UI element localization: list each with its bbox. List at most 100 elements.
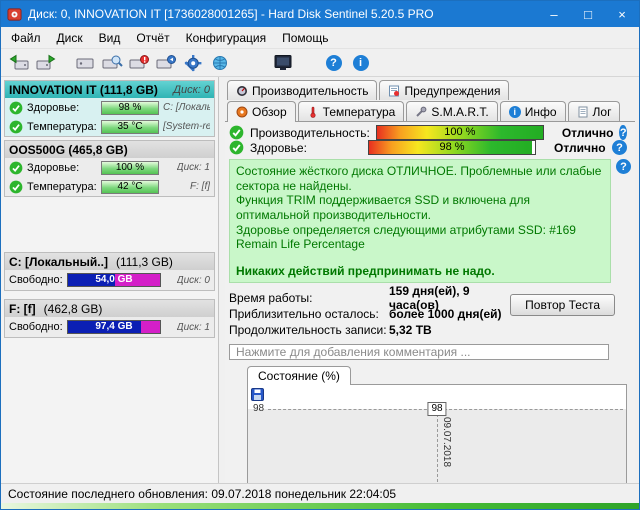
- stat-value: более 1000 дня(ей): [389, 307, 502, 321]
- temperature-bar: 42 °C: [101, 180, 159, 194]
- ok-check-icon: [9, 120, 23, 134]
- status-action-line: Никаких действий предпринимать не надо.: [236, 264, 604, 279]
- help-icon[interactable]: ?: [612, 140, 627, 155]
- sidebar-spacer: [4, 200, 215, 252]
- health-metric-row: Здоровье: 98 % Отлично ?: [227, 140, 633, 155]
- stat-label: Приблизительно осталось:: [229, 307, 389, 321]
- disk-body: Здоровье: 98 % C: [Локальн.. Температура…: [5, 98, 214, 136]
- ok-check-icon: [9, 101, 23, 115]
- disk-header: INNOVATION IT (111,8 GB) Диск: 0: [5, 81, 214, 98]
- menu-help[interactable]: Помощь: [274, 28, 336, 48]
- partition-name: F: [f]: [9, 302, 36, 316]
- tab-overview[interactable]: Обзор: [227, 101, 296, 122]
- help-icon[interactable]: ?: [616, 159, 631, 174]
- toolbar: ? i: [1, 49, 639, 77]
- stat-label: Продолжительность записи:: [229, 323, 389, 337]
- disk-header: OOS500G (465,8 GB): [5, 141, 214, 158]
- ok-check-icon: [229, 140, 244, 155]
- overview-panel: Производительность: 100 % Отлично ? Здор…: [225, 121, 635, 483]
- gauge-icon: [236, 85, 248, 97]
- performance-bar: 100 %: [376, 125, 544, 140]
- disk-alert-icon[interactable]: [125, 51, 152, 75]
- last-update-text: Состояние последнего обновления: 09.07.2…: [8, 487, 396, 501]
- disk-number: Диск: 1: [177, 322, 210, 333]
- disk-number: Диск: 0: [173, 84, 210, 96]
- stats-block: Время работы: 159 дня(ей), 9 часа(ов) Пр…: [229, 290, 631, 338]
- window-controls: – □ ×: [537, 1, 639, 27]
- temperature-label: Температура:: [27, 121, 97, 133]
- menubar: Файл Диск Вид Отчёт Конфигурация Помощь: [1, 27, 639, 49]
- health-bar: 100 %: [101, 161, 159, 175]
- tab-alerts[interactable]: Предупреждения: [379, 80, 509, 100]
- info-icon[interactable]: i: [347, 51, 374, 75]
- tab-smart[interactable]: S.M.A.R.T.: [406, 101, 497, 121]
- partition-name: C: [Локальный..]: [9, 255, 108, 269]
- save-chart-icon[interactable]: [251, 388, 264, 401]
- maximize-button[interactable]: □: [571, 1, 605, 27]
- dark-monitor-icon[interactable]: [269, 51, 296, 75]
- retest-button[interactable]: Повтор Теста: [510, 294, 615, 316]
- window-title: Диск: 0, INNOVATION IT [1736028001265] -…: [28, 7, 531, 21]
- tab-log[interactable]: Лог: [568, 101, 621, 121]
- stat-label: Время работы:: [229, 291, 389, 305]
- minimize-button[interactable]: –: [537, 1, 571, 27]
- free-space-row: Свободно: 54,0 GB Диск: 0: [5, 270, 214, 290]
- status-info-row: Состояние жёсткого диска ОТЛИЧНОЕ. Пробл…: [229, 159, 631, 283]
- performance-label: Производительность:: [250, 126, 370, 140]
- chart-tab-health-percent[interactable]: Состояние (%): [247, 366, 351, 385]
- menu-file[interactable]: Файл: [3, 28, 49, 48]
- partition-header: F: [f] (462,8 GB): [5, 300, 214, 317]
- disk-item-0[interactable]: INNOVATION IT (111,8 GB) Диск: 0 Здоровь…: [4, 80, 215, 137]
- health-bar: 98 %: [368, 140, 536, 155]
- prev-disk-icon[interactable]: [5, 51, 32, 75]
- status-line: Функция TRIM поддерживается SSD и включе…: [236, 193, 604, 222]
- partition-letters: C: [Локальн..: [163, 102, 210, 113]
- partition-letters: F: [f]: [190, 181, 210, 192]
- world-online-icon[interactable]: [206, 51, 233, 75]
- tab-temperature[interactable]: Температура: [298, 101, 405, 121]
- next-disk-icon[interactable]: [32, 51, 59, 75]
- partition-item-f[interactable]: F: [f] (462,8 GB) Свободно: 97,4 GB Диск…: [4, 299, 215, 338]
- temperature-label: Температура:: [27, 181, 97, 193]
- thermometer-icon: [307, 106, 319, 118]
- app-icon: [7, 7, 22, 22]
- tabs-row-top: Производительность Предупреждения: [225, 80, 635, 100]
- health-row: Здоровье: 100 % Диск: 1: [5, 158, 214, 177]
- health-rating: Отлично: [554, 141, 606, 155]
- content-area: INNOVATION IT (111,8 GB) Диск: 0 Здоровь…: [1, 77, 639, 483]
- temperature-bar: 35 °C: [101, 120, 159, 134]
- disk-item-1[interactable]: OOS500G (465,8 GB) Здоровье: 100 % Диск:…: [4, 140, 215, 197]
- menu-disk[interactable]: Диск: [49, 28, 91, 48]
- disk-platter-icon: [236, 106, 248, 118]
- menu-configuration[interactable]: Конфигурация: [178, 28, 275, 48]
- log-page-icon: [577, 106, 589, 118]
- wrench-icon: [415, 106, 427, 118]
- disk-icon[interactable]: [71, 51, 98, 75]
- tab-label: Лог: [593, 105, 612, 119]
- close-button[interactable]: ×: [605, 1, 639, 27]
- app-window: Диск: 0, INNOVATION IT [1736028001265] -…: [0, 0, 640, 510]
- temperature-row: Температура: 35 °C [System-res...: [5, 117, 214, 136]
- help-icon[interactable]: ?: [320, 51, 347, 75]
- menu-view[interactable]: Вид: [91, 28, 129, 48]
- performance-metric-row: Производительность: 100 % Отлично ?: [227, 125, 633, 140]
- health-history-chart: Состояние (%) 98 98 09.07.2018: [247, 366, 627, 483]
- disk-search-icon[interactable]: [98, 51, 125, 75]
- alert-page-icon: [388, 85, 400, 97]
- performance-value: 100 %: [377, 126, 543, 139]
- health-label: Здоровье:: [27, 162, 97, 174]
- menu-report[interactable]: Отчёт: [128, 28, 177, 48]
- comment-input[interactable]: [229, 344, 609, 360]
- partition-item-c[interactable]: C: [Локальный..] (111,3 GB) Свободно: 54…: [4, 252, 215, 291]
- free-space-bar: 54,0 GB: [67, 273, 161, 287]
- settings-gear-icon[interactable]: [179, 51, 206, 75]
- ok-check-icon: [9, 180, 23, 194]
- disk-detect-icon[interactable]: [152, 51, 179, 75]
- help-icon[interactable]: ?: [619, 125, 627, 140]
- estimated-lifetime-row: Приблизительно осталось: более 1000 дня(…: [229, 306, 510, 322]
- tab-label: Предупреждения: [404, 84, 500, 98]
- ok-check-icon: [229, 125, 244, 140]
- tab-info[interactable]: i Инфо: [500, 101, 566, 121]
- tab-performance[interactable]: Производительность: [227, 80, 377, 100]
- power-on-time-row: Время работы: 159 дня(ей), 9 часа(ов): [229, 290, 510, 306]
